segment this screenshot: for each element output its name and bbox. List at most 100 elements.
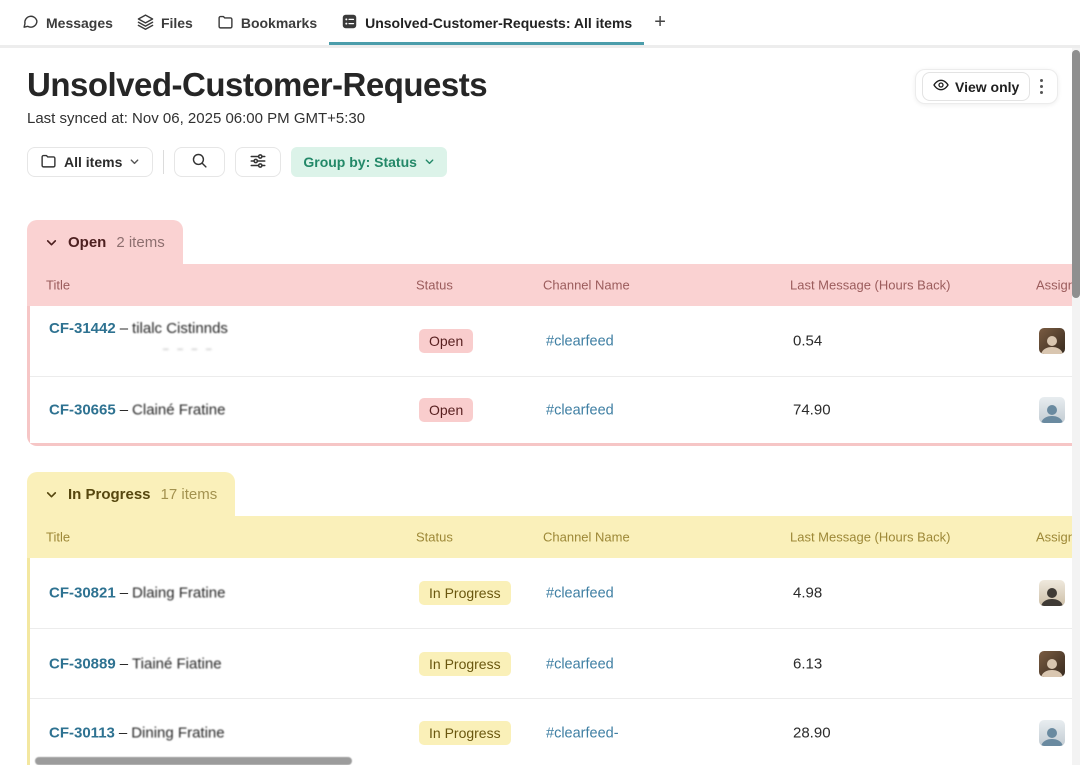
- folder-icon: [217, 13, 234, 33]
- column-header-row: Title Status Channel Name Last Message (…: [27, 516, 1080, 558]
- status-badge: In Progress: [419, 721, 511, 745]
- assignee-avatar: [1039, 328, 1065, 354]
- column-header-channel: Channel Name: [543, 530, 630, 545]
- group-in-progress: In Progress 17 items Title Status Channe…: [27, 472, 1080, 765]
- view-only-label: View only: [955, 79, 1019, 95]
- search-button[interactable]: [174, 147, 225, 177]
- channel-link[interactable]: #clearfeed: [546, 586, 614, 602]
- group-in-progress-toggle[interactable]: In Progress 17 items: [27, 472, 235, 516]
- sliders-icon: [249, 152, 267, 173]
- status-badge: Open: [419, 329, 473, 353]
- request-id-link[interactable]: CF-30889: [49, 655, 116, 672]
- horizontal-scrollbar-thumb[interactable]: [35, 757, 352, 765]
- page-title: Unsolved-Customer-Requests: [27, 66, 487, 104]
- request-title-blurred: Tiainé Fiatine: [132, 655, 222, 672]
- column-header-last-message: Last Message (Hours Back): [790, 278, 950, 293]
- tab-messages[interactable]: Messages: [10, 0, 125, 45]
- group-open-body: CF-31442–tilalc Cistinnds – – – – Open #…: [27, 306, 1080, 446]
- view-filter-label: All items: [64, 154, 122, 170]
- group-open-toggle[interactable]: Open 2 items: [27, 220, 183, 264]
- tab-label: Unsolved-Customer-Requests: All items: [365, 15, 632, 31]
- table-row[interactable]: CF-30665–Clainé Fratine Open #clearfeed …: [30, 377, 1080, 443]
- chevron-down-icon: [45, 488, 58, 501]
- hours-value: 28.90: [793, 725, 831, 742]
- table-row[interactable]: CF-31442–tilalc Cistinnds – – – – Open #…: [30, 306, 1080, 377]
- column-header-status: Status: [416, 530, 453, 545]
- group-by-button[interactable]: Group by: Status: [291, 147, 447, 177]
- layers-icon: [137, 13, 154, 33]
- chat-bubble-icon: [22, 13, 39, 33]
- channel-link[interactable]: #clearfeed: [546, 656, 614, 672]
- table-row[interactable]: CF-30889–Tiainé Fiatine In Progress #cle…: [30, 629, 1080, 699]
- request-title-blurred: tilalc Cistinnds: [132, 320, 228, 337]
- tab-label: Files: [161, 15, 193, 31]
- chevron-down-icon: [45, 236, 58, 249]
- plus-icon: +: [654, 11, 666, 34]
- status-badge: In Progress: [419, 581, 511, 605]
- tab-bookmarks[interactable]: Bookmarks: [205, 0, 329, 45]
- toolbar: All items Group by: Status: [27, 147, 447, 177]
- group-by-label: Group by: Status: [303, 154, 417, 170]
- title-separator: –: [115, 725, 131, 742]
- search-icon: [191, 152, 208, 172]
- table-row[interactable]: CF-30113–Dining Fratine In Progress #cle…: [30, 699, 1080, 765]
- group-open: Open 2 items Title Status Channel Name L…: [27, 220, 1080, 446]
- title-separator: –: [116, 655, 132, 672]
- toolbar-divider: [163, 150, 164, 174]
- request-id-link[interactable]: CF-30821: [49, 585, 116, 602]
- list-view-icon: [341, 13, 358, 33]
- new-tab-button[interactable]: +: [644, 0, 676, 45]
- filter-settings-button[interactable]: [235, 147, 281, 177]
- assignee-avatar: [1039, 580, 1065, 606]
- channel-link[interactable]: #clearfeed: [546, 334, 614, 350]
- table-row[interactable]: CF-30821–Dlaing Fratine In Progress #cle…: [30, 558, 1080, 629]
- request-title-blurred: Dining Fratine: [131, 725, 224, 742]
- request-subtitle-blurred: – – – –: [163, 344, 215, 355]
- app-window: Messages Files Bookmarks Unsolved-Custom…: [0, 0, 1080, 765]
- more-options-button[interactable]: [1032, 75, 1051, 98]
- column-header-channel: Channel Name: [543, 278, 630, 293]
- tab-unsolved-customer-requests[interactable]: Unsolved-Customer-Requests: All items: [329, 0, 644, 45]
- eye-icon: [933, 77, 949, 96]
- header-controls: View only: [915, 69, 1058, 104]
- view-only-button[interactable]: View only: [922, 72, 1030, 101]
- title-separator: –: [116, 585, 132, 602]
- status-badge: Open: [419, 398, 473, 422]
- folder-icon: [40, 152, 57, 172]
- last-synced-text: Last synced at: Nov 06, 2025 06:00 PM GM…: [27, 110, 365, 127]
- request-title-blurred: Clainé Fratine: [132, 402, 225, 419]
- assignee-avatar: [1039, 720, 1065, 746]
- hours-value: 4.98: [793, 585, 822, 602]
- column-header-title: Title: [46, 278, 70, 293]
- tab-bar: Messages Files Bookmarks Unsolved-Custom…: [0, 0, 1080, 48]
- hours-value: 0.54: [793, 333, 822, 350]
- channel-link[interactable]: #clearfeed: [546, 403, 614, 419]
- request-id-link[interactable]: CF-31442: [49, 320, 116, 337]
- column-header-status: Status: [416, 278, 453, 293]
- status-badge: In Progress: [419, 652, 511, 676]
- group-count: 2 items: [116, 234, 164, 251]
- title-separator: –: [116, 320, 132, 337]
- tab-label: Messages: [46, 15, 113, 31]
- assignee-avatar: [1039, 397, 1065, 423]
- request-title-blurred: Dlaing Fratine: [132, 585, 225, 602]
- column-header-title: Title: [46, 530, 70, 545]
- vertical-scrollbar-thumb[interactable]: [1072, 50, 1080, 298]
- group-name: Open: [68, 234, 106, 251]
- group-name: In Progress: [68, 486, 151, 503]
- column-header-row: Title Status Channel Name Last Message (…: [27, 264, 1080, 306]
- title-separator: –: [116, 402, 132, 419]
- assignee-avatar: [1039, 651, 1065, 677]
- chevron-down-icon: [129, 154, 140, 170]
- channel-link[interactable]: #clearfeed-: [546, 726, 619, 742]
- chevron-down-icon: [424, 154, 435, 170]
- hours-value: 74.90: [793, 402, 831, 419]
- request-id-link[interactable]: CF-30665: [49, 402, 116, 419]
- view-filter-button[interactable]: All items: [27, 147, 153, 177]
- tab-label: Bookmarks: [241, 15, 317, 31]
- hours-value: 6.13: [793, 655, 822, 672]
- group-count: 17 items: [161, 486, 218, 503]
- tab-files[interactable]: Files: [125, 0, 205, 45]
- column-header-last-message: Last Message (Hours Back): [790, 530, 950, 545]
- request-id-link[interactable]: CF-30113: [49, 725, 115, 742]
